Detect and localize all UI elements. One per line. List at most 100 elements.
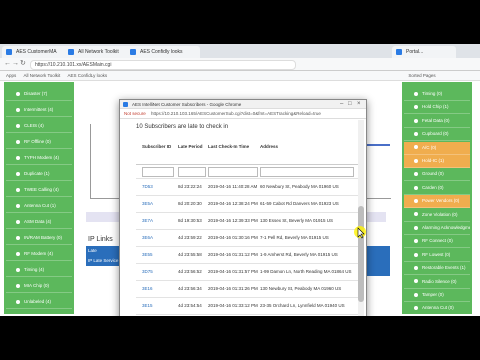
right-sidebar-item[interactable]: Cupboard (0) [404, 128, 470, 142]
right-sidebar-item[interactable]: Hold Chip (1) [404, 101, 470, 115]
subscriber-id-link[interactable]: 3E55 [142, 252, 153, 258]
left-sidebar-item[interactable]: Duplicate (1) [6, 168, 72, 181]
not-secure-warning: Not secure [124, 111, 146, 116]
right-sidebar-item[interactable]: Restorable Events (1) [404, 262, 470, 276]
left-sidebar-item[interactable]: RF Offline (0) [6, 136, 72, 149]
mouse-cursor-icon [354, 226, 366, 239]
column-header-subscriber-id[interactable]: Subscriber ID [142, 144, 172, 150]
left-sidebar-item[interactable]: IN/RAM Battery (0) [6, 232, 72, 245]
late-period-cell: 4d 23:55:58 [178, 252, 202, 257]
left-sidebar-item-label: MIA Chip (0) [24, 283, 50, 288]
url-input[interactable]: https://10.210.101.xx/AESMain.cgi [30, 60, 296, 70]
left-sidebar-item[interactable]: CLEIS (4) [6, 120, 72, 133]
left-sidebar-item[interactable]: RF Modem (4) [6, 248, 72, 261]
reload-icon[interactable]: ↻ [20, 60, 26, 68]
right-sidebar-item[interactable]: Timing (0) [404, 88, 470, 101]
right-sidebar-item-label: Antenna Cut (0) [422, 305, 454, 311]
subscriber-id-link[interactable]: 3E16 [142, 286, 153, 292]
late-period-cell: 4d 23:54:54 [178, 303, 202, 308]
filter-late-period-input[interactable] [178, 167, 206, 177]
right-sidebar-item[interactable]: Tamper (0) [404, 289, 470, 302]
address-cell: 1-99 Damon Ln, North Reading MA 01864 US [260, 269, 352, 274]
right-sidebar-item[interactable]: A/C (0) [404, 141, 470, 155]
maximize-icon[interactable]: □ [348, 100, 352, 108]
right-sidebar-item[interactable]: Carden (0) [404, 182, 470, 195]
right-sidebar-item-label: Zone Violation (0) [422, 211, 458, 217]
popup-body: 10 Subscribers are late to check in Subs… [128, 120, 358, 316]
subscriber-id-link[interactable]: 3D75 [142, 269, 153, 275]
right-sidebar-item[interactable]: RF Lowest (0) [404, 249, 470, 262]
subscriber-id-link[interactable]: 3E7A [142, 218, 153, 224]
right-sidebar-item-label: RF Connect (0) [422, 238, 453, 244]
right-sidebar-item-label: Power Vendors (0) [422, 198, 460, 204]
left-sidebar-item-label: RF Offline (0) [24, 139, 51, 144]
left-sidebar-item[interactable]: Timing (4) [6, 264, 72, 277]
left-sidebar-item-label: ASM Data (4) [24, 219, 52, 224]
left-sidebar: Disaster (7) Intermittent (4) CLEIS (4) RF … [4, 82, 74, 314]
status-dot-icon [414, 292, 418, 297]
left-sidebar-item-label: CLEIS (4) [24, 123, 44, 128]
browser-tab-3[interactable]: AES Confidly looks [126, 46, 200, 58]
status-dot-icon [16, 235, 20, 240]
late-period-cell: 8d 23:22:24 [178, 184, 202, 189]
browser-tab-4[interactable]: Portal... [392, 46, 456, 58]
forward-arrow-icon[interactable]: → [12, 60, 19, 68]
right-sidebar-item[interactable]: Alarming Acknowledgment (0) [404, 222, 470, 235]
right-sidebar-item[interactable]: Antenna Cut (0) [404, 302, 470, 316]
right-sidebar-item[interactable]: Hold-IC (1) [404, 155, 470, 168]
late-period-cell: 8d 19:30:53 [178, 218, 202, 223]
back-arrow-icon[interactable]: ← [4, 60, 11, 68]
status-dot-icon [16, 91, 20, 96]
popup-url-bar[interactable]: Not secure https://10.210.103.165/AESCus… [120, 109, 366, 119]
right-sidebar-item[interactable]: RF Connect (0) [404, 235, 470, 249]
filter-subscriber-id-input[interactable] [142, 167, 174, 177]
left-sidebar-item[interactable]: Intermittent (4) [6, 104, 72, 117]
status-dot-icon [414, 185, 418, 190]
right-sidebar: Timing (0) Hold Chip (1) Fetal Data (0) Cup… [402, 82, 472, 316]
bookmark-item[interactable]: All Network Toolkit [24, 73, 61, 78]
minimize-icon[interactable]: – [340, 100, 343, 108]
popup-scrollbar-thumb[interactable] [358, 206, 364, 302]
address-cell: 130 Newbury St, Peabody MA 01960 US [260, 286, 342, 291]
late-period-cell: 4d 23:56:52 [178, 269, 202, 274]
last-check-in-cell: 2019-04-16 01:30:16 PM [208, 235, 258, 240]
column-header-late-period[interactable]: Late Period [178, 144, 204, 150]
status-dot-icon [414, 172, 418, 177]
subscriber-id-link[interactable]: 3E15 [142, 303, 153, 309]
status-dot-icon [16, 267, 20, 272]
bookmark-item[interactable]: AES ConfidLy looks [67, 73, 107, 78]
left-sidebar-item[interactable]: Unlabeled (4) [6, 296, 72, 309]
status-dot-icon [414, 91, 418, 96]
subscriber-id-link[interactable]: 3E5A [142, 201, 153, 207]
left-sidebar-item[interactable]: TWEE Calling (4) [6, 184, 72, 197]
status-dot-icon [414, 199, 418, 203]
left-sidebar-item-label: RF Modem (4) [24, 251, 54, 256]
left-sidebar-item[interactable]: ASM Data (4) [6, 216, 72, 229]
subscriber-id-link[interactable]: 7D53 [142, 184, 153, 190]
left-sidebar-item[interactable]: Disaster (7) [6, 88, 72, 101]
left-sidebar-item[interactable]: MIA Chip (0) [6, 280, 72, 293]
column-header-last-check-in[interactable]: Last Check-In Time [208, 144, 258, 150]
table-row[interactable]: 3D4A4d 23:16:422019-04-16 01:39:58 PM8-6… [136, 314, 358, 316]
right-sidebar-item[interactable]: Fetal Data (0) [404, 115, 470, 128]
address-cell: 7-1 Pell Rd, Beverly MA 01915 US [260, 235, 329, 240]
right-sidebar-item[interactable]: Ground (0) [404, 168, 470, 182]
filter-last-check-in-input[interactable] [208, 167, 258, 177]
bookmark-item[interactable]: Sorted Pages [408, 73, 435, 78]
subscriber-id-link[interactable]: 3E6A [142, 235, 153, 241]
left-sidebar-item[interactable]: Antenna Cut (1) [6, 200, 72, 213]
bookmark-item[interactable]: Apps [6, 73, 16, 78]
tab-label: AES CustomerMA [16, 49, 57, 55]
popup-title: AES IntelliNet Customer Subscribers - Go… [132, 102, 242, 107]
filter-address-input[interactable] [260, 167, 354, 177]
status-dot-icon [414, 279, 418, 284]
close-icon[interactable]: × [357, 100, 361, 108]
address-cell: 23-35 Orchard Ln, Lynnfield MA 01940 US [260, 303, 345, 308]
right-sidebar-item[interactable]: Power Vendors (0) [404, 195, 470, 209]
right-sidebar-item[interactable]: Radio Silence (0) [404, 276, 470, 289]
status-dot-icon [414, 225, 418, 230]
right-sidebar-item[interactable]: Zone Violation (0) [404, 209, 470, 222]
column-header-address[interactable]: Address [260, 144, 340, 150]
left-sidebar-item[interactable]: TYPH Modem (4) [6, 152, 72, 165]
status-dot-icon [414, 145, 418, 150]
